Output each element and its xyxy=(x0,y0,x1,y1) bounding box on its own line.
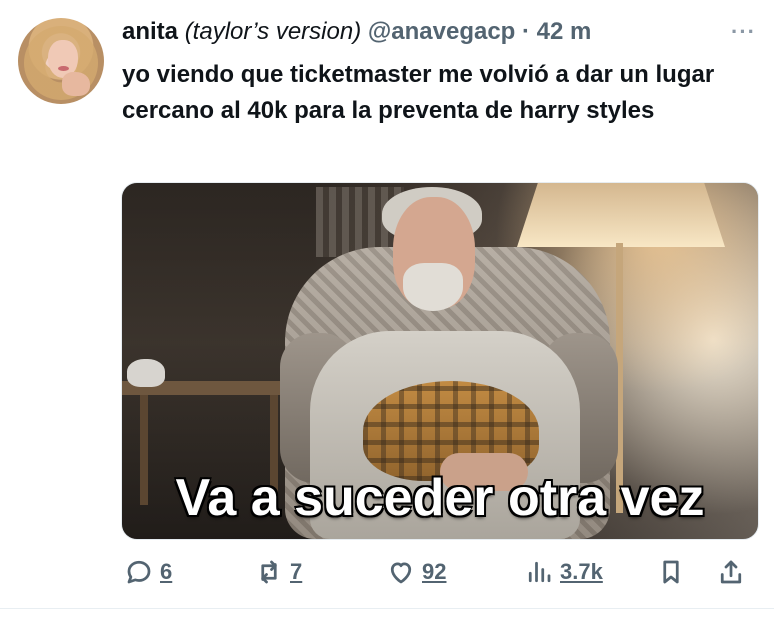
tweet-media[interactable]: Va a suceder otra vez xyxy=(121,182,759,540)
analytics-icon xyxy=(522,555,556,589)
views-button[interactable]: 3.7k xyxy=(522,552,603,592)
old-man-beard xyxy=(403,263,463,311)
tweet-actions: 6 7 92 3.7k xyxy=(122,552,758,592)
reply-count: 6 xyxy=(160,559,173,584)
avatar[interactable] xyxy=(18,18,104,104)
like-count: 92 xyxy=(422,559,447,584)
retweet-button[interactable]: 7 xyxy=(252,552,302,592)
time-separator: · xyxy=(522,18,530,45)
author-handle[interactable]: @anavegacp xyxy=(368,18,515,45)
avatar-hand xyxy=(62,72,90,96)
tweet-header: anita (taylor’s version) @anavegacp · 42… xyxy=(122,14,756,54)
share-icon xyxy=(714,555,748,589)
author-name-suffix[interactable]: (taylor’s version) xyxy=(185,18,362,45)
tweet-divider xyxy=(0,608,774,609)
bookmark-icon xyxy=(654,555,688,589)
lamp-image xyxy=(517,183,725,247)
retweet-icon xyxy=(252,555,286,589)
reply-icon xyxy=(122,555,156,589)
tweet-time[interactable]: 42 m xyxy=(537,18,592,45)
avatar-lips xyxy=(58,66,69,71)
author-name[interactable]: anita xyxy=(122,18,178,45)
tweet-text: yo viendo que ticketmaster me volvió a d… xyxy=(122,61,715,124)
meme-caption: Va a suceder otra vez xyxy=(175,469,705,527)
like-button[interactable]: 92 xyxy=(384,552,446,592)
retweet-count: 7 xyxy=(290,559,303,584)
share-button[interactable] xyxy=(714,552,752,592)
views-count: 3.7k xyxy=(560,559,603,584)
bookmark-button[interactable] xyxy=(654,552,692,592)
reply-button[interactable]: 6 xyxy=(122,552,172,592)
more-options-icon[interactable]: ··· xyxy=(731,14,756,50)
teapot-image xyxy=(127,359,165,387)
heart-icon xyxy=(384,555,418,589)
